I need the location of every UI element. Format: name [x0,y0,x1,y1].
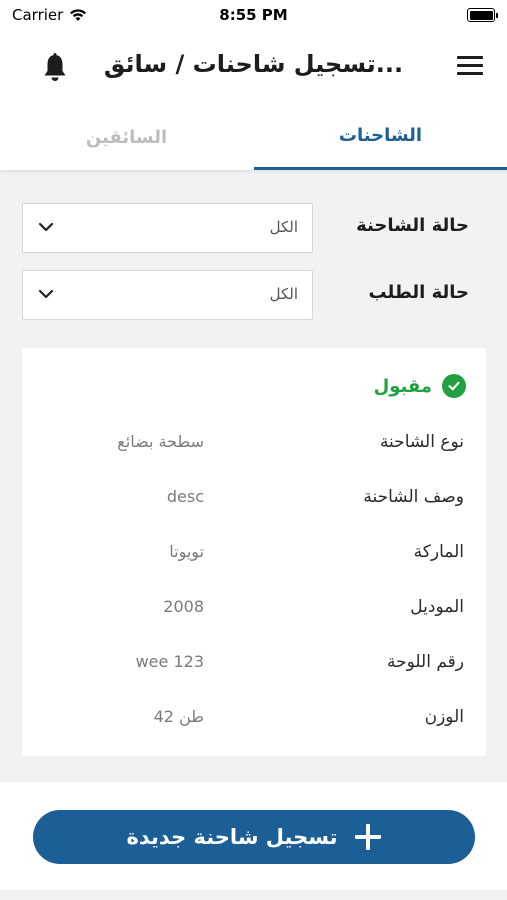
status-line: مقبول [374,374,466,398]
request-status-label: حالة الطلب [368,282,469,303]
truck-status-label: حالة الشاحنة [356,215,469,236]
request-status-value: الكل [269,285,298,303]
tab-trucks[interactable]: الشاحنات [254,104,507,170]
battery-icon [467,8,498,22]
check-circle-icon [442,374,466,398]
status-badge: مقبول [373,375,432,397]
weight-row: الوزن 42 طن [22,705,486,735]
truck-description-label: وصف الشاحنة [363,487,464,507]
add-truck-button[interactable]: تسجيل شاحنة جديدة [33,810,475,864]
truck-status-select[interactable]: الكل [22,203,313,253]
chevron-down-icon [38,222,54,232]
model-value: 2008 [163,597,204,616]
status-bar: Carrier 8:55 PM [0,0,507,32]
page-title: تسجيل شاحنات / سائق... [103,50,404,78]
brand-label: الماركة [413,542,464,562]
truck-status-value: الكل [269,218,298,236]
truck-description-value: desc [166,487,204,506]
truck-status-filter: حالة الشاحنة الكل [0,203,507,253]
clock: 8:55 PM [219,6,288,24]
tab-drivers[interactable]: السائقين [0,104,253,170]
truck-type-value: سطحة بضائع [117,432,204,451]
chevron-down-icon [38,289,54,299]
brand-value: تويوتا [169,542,204,561]
plate-number-value: wee 123 [135,652,204,671]
bottom-bar: تسجيل شاحنة جديدة [0,782,507,890]
add-truck-label: تسجيل شاحنة جديدة [126,825,338,849]
request-status-filter: حالة الطلب الكل [0,270,507,320]
weight-label: الوزن [424,707,464,727]
weight-value: 42 طن [153,707,204,726]
truck-type-row: نوع الشاحنة سطحة بضائع [22,430,486,460]
bell-icon[interactable] [40,52,70,84]
truck-type-label: نوع الشاحنة [379,432,464,452]
model-row: الموديل 2008 [22,595,486,625]
hamburger-menu-icon[interactable] [457,56,483,78]
plus-icon [355,824,382,850]
truck-description-row: وصف الشاحنة desc [22,485,486,515]
plate-number-label: رقم اللوحة [387,652,464,672]
request-status-select[interactable]: الكل [22,270,313,320]
tab-bar: الشاحنات السائقين [0,104,507,170]
plate-number-row: رقم اللوحة wee 123 [22,650,486,680]
truck-card[interactable]: مقبول نوع الشاحنة سطحة بضائع وصف الشاحنة… [22,348,486,756]
model-label: الموديل [410,597,464,617]
app-header: تسجيل شاحنات / سائق... [0,32,507,104]
brand-row: الماركة تويوتا [22,540,486,570]
